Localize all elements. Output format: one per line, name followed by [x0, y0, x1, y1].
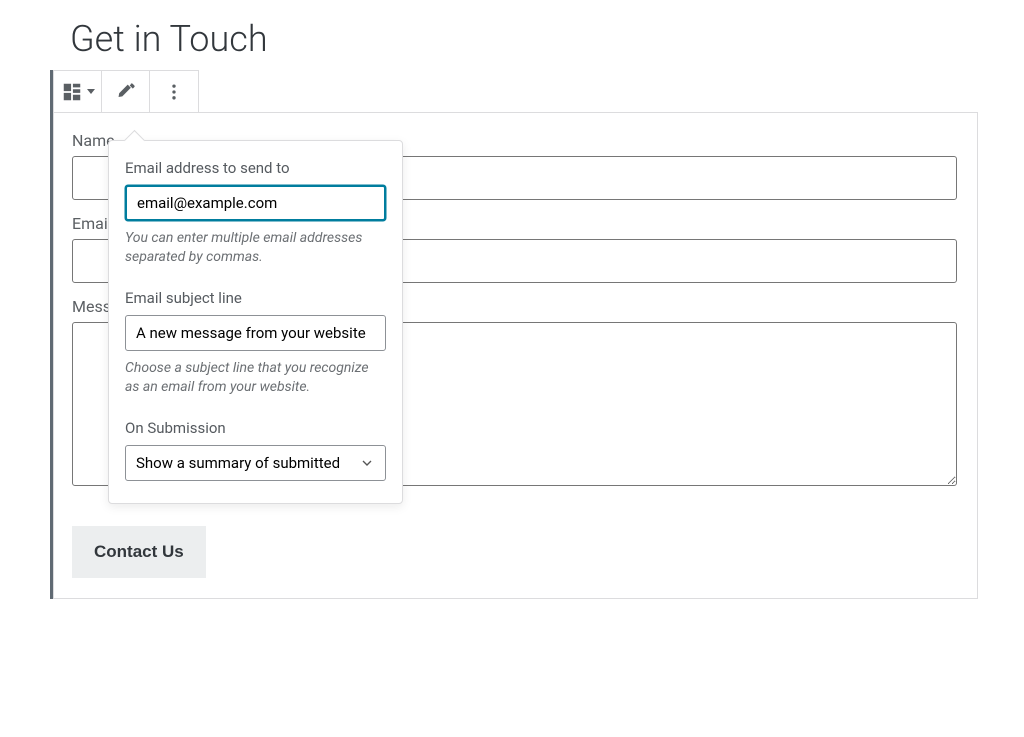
pencil-icon: [116, 82, 136, 102]
more-vertical-icon: [164, 82, 184, 102]
on-submission-selected: Show a summary of submitted: [136, 454, 340, 472]
subject-label: Email subject line: [125, 289, 386, 307]
on-submission-label: On Submission: [125, 419, 386, 437]
block-toolbar: [53, 70, 199, 113]
edit-button[interactable]: [102, 71, 150, 112]
form-block-icon: [61, 81, 83, 103]
email-to-group: Email address to send to You can enter m…: [125, 159, 386, 267]
submit-button[interactable]: Contact Us: [72, 526, 206, 578]
chevron-down-icon: [359, 455, 375, 471]
page-title: Get in Touch: [0, 0, 1024, 70]
email-to-help: You can enter multiple email addresses s…: [125, 229, 386, 267]
subject-help: Choose a subject line that you recognize…: [125, 359, 386, 397]
more-options-button[interactable]: [150, 71, 198, 112]
email-to-input[interactable]: [125, 185, 386, 221]
form-settings-popover: Email address to send to You can enter m…: [108, 140, 403, 504]
on-submission-group: On Submission Show a summary of submitte…: [125, 419, 386, 481]
dropdown-caret-icon: [87, 89, 95, 94]
email-to-label: Email address to send to: [125, 159, 386, 177]
subject-input[interactable]: [125, 315, 386, 351]
subject-group: Email subject line Choose a subject line…: [125, 289, 386, 397]
block-type-button[interactable]: [54, 71, 102, 112]
on-submission-select[interactable]: Show a summary of submitted: [125, 445, 386, 481]
